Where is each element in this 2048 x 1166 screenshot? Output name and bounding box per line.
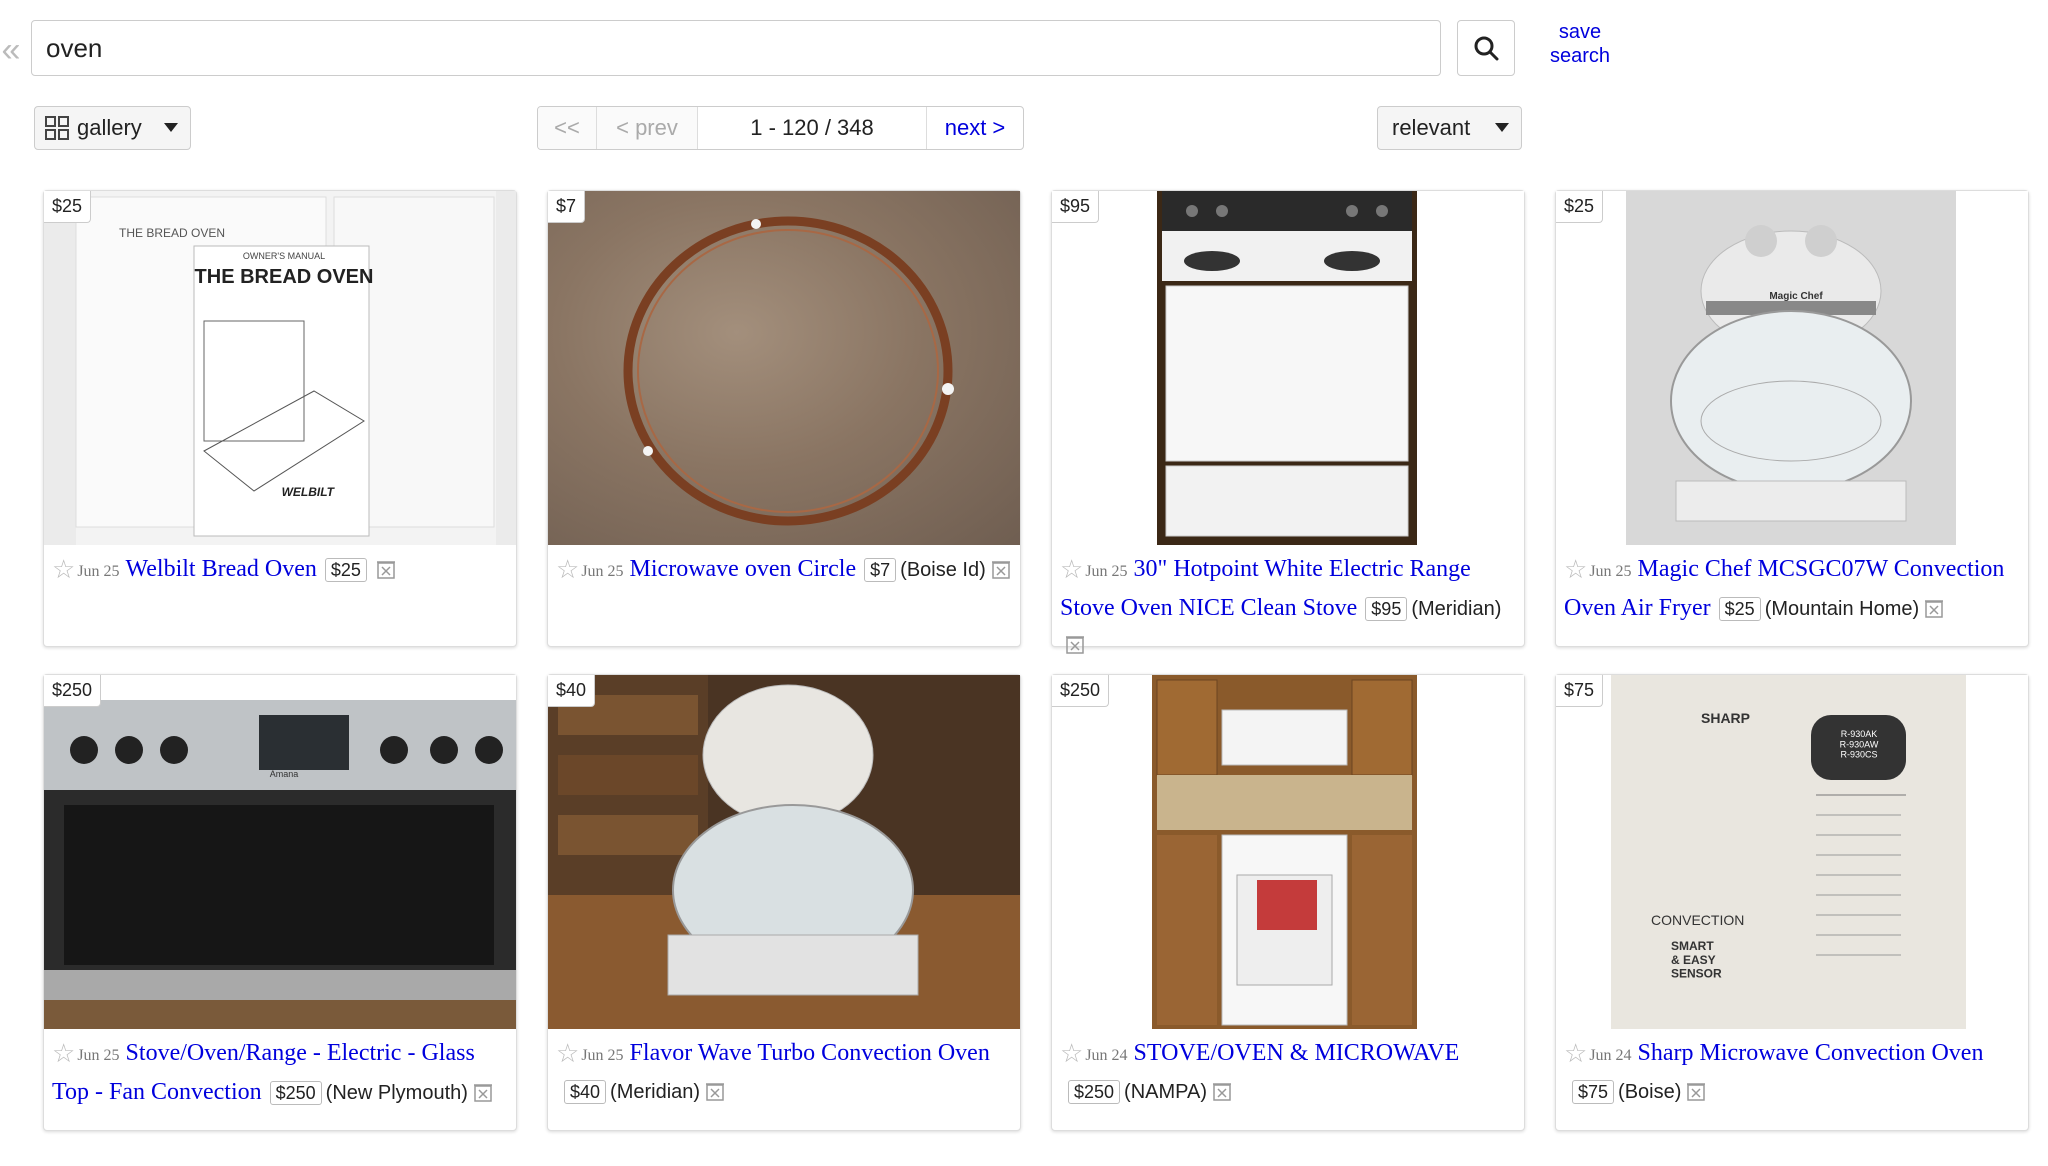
first-page-button[interactable]: << xyxy=(538,107,597,149)
sort-dropdown[interactable]: relevant xyxy=(1377,106,1522,150)
price-badge: $75 xyxy=(1556,675,1604,707)
price-badge: $40 xyxy=(548,675,596,707)
bread-brand: WELBILT xyxy=(282,485,336,499)
listing-location: (NAMPA) xyxy=(1124,1081,1208,1103)
post-date: Jun 24 xyxy=(1085,1047,1128,1064)
caret-down-icon xyxy=(164,123,178,132)
manual-models: R-930AK R-930AW R-930CS xyxy=(1840,729,1879,760)
listing-photo[interactable] xyxy=(548,191,1020,545)
hide-listing-icon[interactable] xyxy=(1213,1077,1232,1113)
manual-title: CONVECTION xyxy=(1651,912,1744,928)
post-date: Jun 24 xyxy=(1589,1047,1632,1064)
hide-listing-icon[interactable] xyxy=(706,1077,725,1113)
hide-listing-icon[interactable] xyxy=(1687,1077,1706,1113)
listing-price: $25 xyxy=(1718,597,1761,621)
listing-card[interactable]: $95 ☆ Jun 25 30" Hotpoint White Electric R… xyxy=(1051,190,1525,654)
post-date: Jun 25 xyxy=(77,1047,120,1064)
listing-title[interactable]: Welbilt Bread Oven xyxy=(126,556,317,582)
grid-icon xyxy=(45,116,69,140)
search-button[interactable] xyxy=(1457,20,1515,76)
favorite-star-icon[interactable]: ☆ xyxy=(1060,1038,1083,1068)
back-chevron-icon[interactable]: « xyxy=(0,30,22,70)
post-date: Jun 25 xyxy=(1085,563,1128,580)
favorite-star-icon[interactable]: ☆ xyxy=(556,1038,579,1068)
listing-location: (New Plymouth) xyxy=(325,1082,468,1104)
listing-card[interactable]: $250 ☆ Jun 24 STOVE/OVEN & MICROWAVE $250 (N… xyxy=(1051,674,1525,1131)
listing-card[interactable]: $40 ☆ Jun 25 Flavor Wave Turbo Convection … xyxy=(547,674,1021,1131)
hide-listing-icon[interactable] xyxy=(376,555,395,591)
price-badge: $250 xyxy=(1052,675,1110,707)
listing-photo[interactable]: THE BREAD OVEN OWNER'S MANUAL THE BREAD … xyxy=(44,191,516,545)
listing-card[interactable]: SHARP R-930AK R-930AW R-930CS CONVECTION S… xyxy=(1555,674,2029,1131)
price-badge: $95 xyxy=(1052,191,1100,223)
view-mode-label: gallery xyxy=(77,115,142,140)
listing-title[interactable]: Flavor Wave Turbo Convection Oven xyxy=(630,1040,990,1066)
listing-location: (Boise Id) xyxy=(900,559,986,581)
listing-card[interactable]: Magic Chef $25 ☆ Jun 25 Magic Chef MCSGC07… xyxy=(1555,190,2029,647)
pagination: << < prev 1 - 120 / 348 next > xyxy=(537,106,1024,150)
save-search-link[interactable]: save search xyxy=(1530,20,1630,68)
price-badge: $25 xyxy=(1556,191,1604,223)
post-date: Jun 25 xyxy=(581,1047,624,1064)
listing-price: $40 xyxy=(564,1080,607,1104)
listing-price: $7 xyxy=(864,558,897,582)
hide-listing-icon[interactable] xyxy=(1066,630,1084,666)
bread-box-text: THE BREAD OVEN xyxy=(119,226,225,240)
listing-price: $250 xyxy=(269,1081,322,1105)
favorite-star-icon[interactable]: ☆ xyxy=(1564,554,1587,584)
listing-price: $75 xyxy=(1572,1080,1615,1104)
post-date: Jun 25 xyxy=(581,563,624,580)
listing-photo[interactable]: Magic Chef xyxy=(1556,191,2028,545)
listing-location: (Mountain Home) xyxy=(1764,598,1920,620)
favorite-star-icon[interactable]: ☆ xyxy=(52,1038,75,1068)
search-icon xyxy=(1474,36,1499,61)
listing-photo[interactable] xyxy=(1052,191,1524,545)
listing-price: $25 xyxy=(324,558,367,582)
listing-photo[interactable] xyxy=(1052,675,1524,1029)
hide-listing-icon[interactable] xyxy=(1925,594,1944,630)
listing-location: (Meridian) xyxy=(610,1081,701,1103)
listing-card[interactable]: Amana $250 ☆ Jun 25 Stove/Oven/Range - Ele… xyxy=(43,674,517,1131)
hide-listing-icon[interactable] xyxy=(473,1078,492,1114)
favorite-star-icon[interactable]: ☆ xyxy=(556,554,579,584)
hide-listing-icon[interactable] xyxy=(991,555,1010,591)
price-badge: $25 xyxy=(44,191,92,223)
favorite-star-icon[interactable]: ☆ xyxy=(1060,554,1083,584)
listing-price: $250 xyxy=(1068,1080,1121,1104)
listing-price: $95 xyxy=(1365,597,1408,621)
favorite-star-icon[interactable]: ☆ xyxy=(52,554,75,584)
bread-manual-header: OWNER'S MANUAL xyxy=(243,251,325,261)
caret-down-icon xyxy=(1495,123,1509,132)
bread-manual-title: THE BREAD OVEN xyxy=(195,266,374,288)
listing-card[interactable]: THE BREAD OVEN OWNER'S MANUAL THE BREAD … xyxy=(43,190,517,647)
listing-photo[interactable]: SHARP R-930AK R-930AW R-930CS CONVECTION S… xyxy=(1556,675,2028,1029)
listing-location: (Boise) xyxy=(1618,1081,1682,1103)
post-date: Jun 25 xyxy=(77,563,120,580)
listing-title[interactable]: Sharp Microwave Convection Oven xyxy=(1638,1040,1984,1066)
stove-brand: Amana xyxy=(270,769,299,779)
listing-title[interactable]: Microwave oven Circle xyxy=(630,556,857,582)
view-mode-dropdown[interactable]: gallery xyxy=(34,106,191,150)
listing-photo[interactable]: Amana xyxy=(44,675,516,1029)
favorite-star-icon[interactable]: ☆ xyxy=(1564,1038,1587,1068)
results-range: 1 - 120 / 348 xyxy=(698,107,927,149)
listing-photo[interactable] xyxy=(548,675,1020,1029)
manual-brand: SHARP xyxy=(1701,710,1750,726)
post-date: Jun 25 xyxy=(1589,563,1632,580)
sort-label: relevant xyxy=(1392,115,1471,140)
price-badge: $7 xyxy=(548,191,586,223)
price-badge: $250 xyxy=(44,675,102,707)
listing-location: (Meridian) xyxy=(1411,598,1502,620)
next-page-button[interactable]: next > xyxy=(927,107,1023,149)
search-input[interactable] xyxy=(31,20,1441,76)
prev-page-button[interactable]: < prev xyxy=(597,107,698,149)
listing-title[interactable]: STOVE/OVEN & MICROWAVE xyxy=(1134,1040,1460,1066)
listing-card[interactable]: $7 ☆ Jun 25 Microwave oven Circle $7 (Boise … xyxy=(547,190,1021,647)
chef-brand: Magic Chef xyxy=(1769,291,1823,302)
